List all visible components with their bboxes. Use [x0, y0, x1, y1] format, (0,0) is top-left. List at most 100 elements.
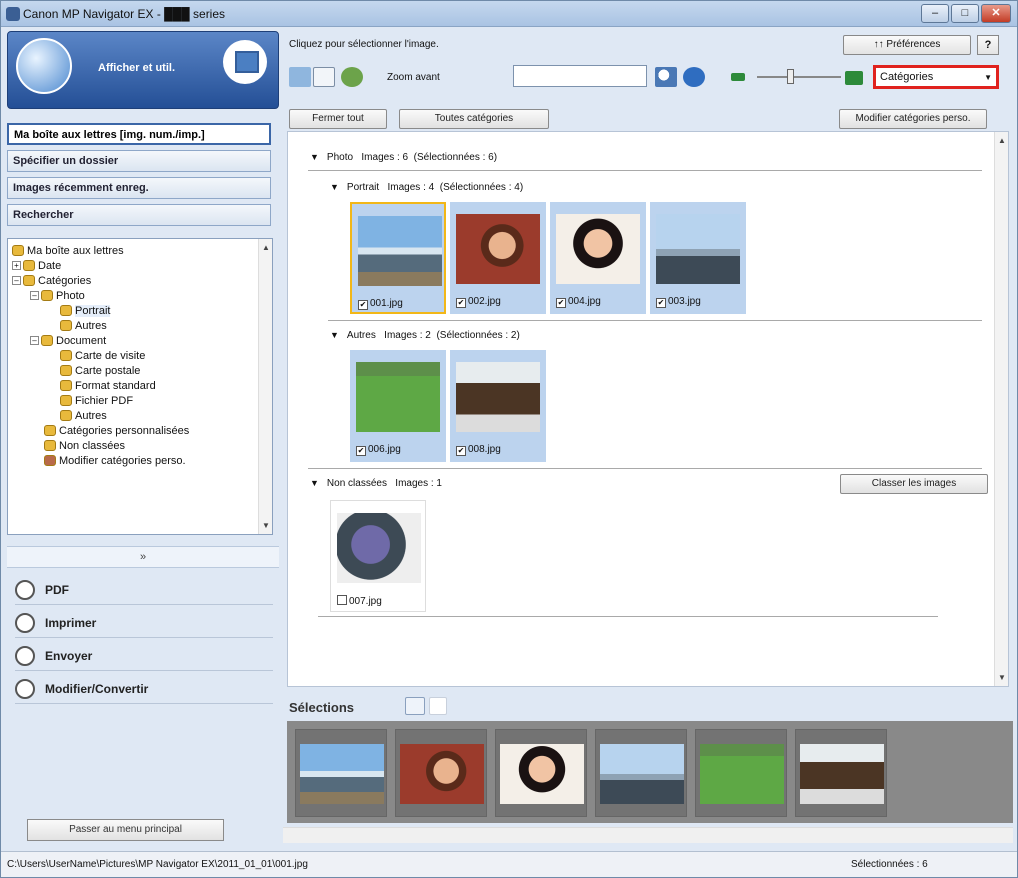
thumbnail-item[interactable]: ✔ 003.jpg: [650, 202, 746, 314]
collapse-icon[interactable]: –: [30, 291, 39, 300]
tree-item-edit-categories[interactable]: Modifier catégories perso.: [44, 454, 186, 468]
selected-thumbnail[interactable]: [495, 729, 587, 817]
action-print[interactable]: Imprimer: [15, 610, 273, 638]
collapse-triangle-icon[interactable]: ▼: [330, 182, 339, 192]
selected-thumbnail[interactable]: [295, 729, 387, 817]
collapse-triangle-icon[interactable]: ▼: [330, 330, 339, 340]
status-bar: C:\Users\UserName\Pictures\MP Navigator …: [1, 851, 1017, 877]
thumbnail-item[interactable]: ✔ 006.jpg: [350, 350, 446, 462]
tree-item-document-autres[interactable]: Autres: [60, 409, 107, 423]
tree-item-categories[interactable]: – Catégories: [12, 274, 91, 288]
image-area[interactable]: ▼ Photo Images : 6 (Sélectionnées : 6) ▼ P…: [287, 131, 1009, 687]
thumbnail-view-icon[interactable]: [289, 67, 311, 87]
close-button[interactable]: ✕: [981, 4, 1011, 23]
thumbnail-item[interactable]: ✔ 008.jpg: [450, 350, 546, 462]
small-thumbs-icon[interactable]: [731, 73, 745, 81]
selected-thumbnail[interactable]: [395, 729, 487, 817]
folder-icon: [60, 395, 72, 406]
search-input[interactable]: [513, 65, 647, 87]
section-autres[interactable]: ▼ Autres Images : 2 (Sélectionnées : 2): [330, 330, 520, 341]
main-menu-button[interactable]: Passer au menu principal: [27, 819, 224, 841]
left-panel: Afficher et util. Ma boîte aux lettres […: [7, 31, 279, 849]
tree-item-photo-autres[interactable]: Autres: [60, 319, 107, 333]
section-photo[interactable]: ▼ Photo Images : 6 (Sélectionnées : 6): [310, 152, 497, 163]
divider: [328, 320, 982, 321]
mode-header: Afficher et util.: [7, 31, 279, 109]
thumbnail-image: [356, 362, 440, 432]
tree-item-custom-categories[interactable]: Catégories personnalisées: [44, 424, 189, 438]
nav-recent-images[interactable]: Images récemment enreg.: [7, 177, 271, 199]
selected-thumbnail[interactable]: [595, 729, 687, 817]
selections-view-icon[interactable]: [429, 697, 447, 715]
large-thumbs-icon[interactable]: [845, 71, 863, 85]
expand-actions-button[interactable]: »: [7, 546, 279, 568]
section-unclassified[interactable]: ▼ Non classées Images : 1: [310, 478, 442, 489]
folder-icon: [44, 425, 56, 436]
app-window: Canon MP Navigator EX - ███ series – □ ✕…: [0, 0, 1018, 878]
section-portrait[interactable]: ▼ Portrait Images : 4 (Sélectionnées : 4): [330, 182, 523, 193]
action-send[interactable]: Envoyer: [15, 643, 273, 671]
nav-specify-folder[interactable]: Spécifier un dossier: [7, 150, 271, 172]
edit-categories-button[interactable]: Modifier catégories perso.: [839, 109, 987, 129]
folder-icon: [60, 320, 72, 331]
nav-search[interactable]: Rechercher: [7, 204, 271, 226]
selections-grid-icon[interactable]: [405, 697, 425, 715]
selected-images-strip[interactable]: [287, 721, 1013, 823]
thumbnail-item[interactable]: ✔ 001.jpg: [350, 202, 446, 314]
collapse-triangle-icon[interactable]: ▼: [310, 152, 319, 162]
pdf-icon: [15, 580, 35, 600]
tree-item-portrait[interactable]: Portrait: [60, 304, 111, 318]
checkbox-checked-icon[interactable]: ✔: [356, 446, 366, 456]
category-select[interactable]: Catégories ▼: [873, 65, 999, 89]
checkbox-unchecked-icon[interactable]: [337, 595, 347, 605]
search-icon[interactable]: [655, 67, 677, 87]
expand-icon[interactable]: +: [12, 261, 21, 270]
selected-thumbnail[interactable]: [795, 729, 887, 817]
checkbox-checked-icon[interactable]: ✔: [456, 298, 466, 308]
checkbox-checked-icon[interactable]: ✔: [358, 300, 368, 310]
image-area-scrollbar[interactable]: ▲ ▼: [994, 132, 1008, 686]
grid-view-icon[interactable]: [313, 67, 335, 87]
tree-item-standard-size[interactable]: Format standard: [60, 379, 156, 393]
maximize-button[interactable]: □: [951, 4, 979, 23]
selected-thumbnail[interactable]: [695, 729, 787, 817]
folder-icon: [60, 365, 72, 376]
preferences-button[interactable]: ↑↑ Préférences: [843, 35, 971, 55]
thumbnail-item[interactable]: ✔ 002.jpg: [450, 202, 546, 314]
thumbnail-image: [456, 214, 540, 284]
close-all-button[interactable]: Fermer tout: [289, 109, 387, 129]
help-button[interactable]: ?: [977, 35, 999, 55]
tree-item-business-card[interactable]: Carte de visite: [60, 349, 145, 363]
divider: [308, 468, 982, 469]
thumbnail-item[interactable]: 007.jpg: [330, 500, 426, 612]
tree-item-document[interactable]: – Document: [30, 334, 106, 348]
tree-item-date[interactable]: + Date: [12, 259, 61, 273]
thumbnail-size-slider[interactable]: [757, 69, 841, 84]
status-path: C:\Users\UserName\Pictures\MP Navigator …: [7, 859, 308, 870]
tree-scrollbar[interactable]: ▲ ▼: [258, 239, 272, 534]
action-pdf[interactable]: PDF: [15, 577, 273, 605]
collapse-icon[interactable]: –: [30, 336, 39, 345]
folder-tree[interactable]: Ma boîte aux lettres + Date – Catégories –…: [7, 238, 273, 535]
tree-item-postcard[interactable]: Carte postale: [60, 364, 140, 378]
tree-item-photo[interactable]: – Photo: [30, 289, 85, 303]
slider-thumb[interactable]: [787, 69, 794, 84]
collapse-icon[interactable]: –: [12, 276, 21, 285]
mode-logo-icon[interactable]: [16, 38, 72, 94]
refresh-icon[interactable]: [683, 67, 705, 87]
minimize-button[interactable]: –: [921, 4, 949, 23]
nav-mailbox[interactable]: Ma boîte aux lettres [img. num./imp.]: [7, 123, 271, 145]
thumbnail-item[interactable]: ✔ 004.jpg: [550, 202, 646, 314]
classify-images-button[interactable]: Classer les images: [840, 474, 988, 494]
checkbox-checked-icon[interactable]: ✔: [656, 298, 666, 308]
checkbox-checked-icon[interactable]: ✔: [556, 298, 566, 308]
tree-item-mailbox[interactable]: Ma boîte aux lettres: [12, 244, 124, 258]
tree-item-unclassified[interactable]: Non classées: [44, 439, 125, 453]
strip-scrollbar[interactable]: [283, 827, 1013, 843]
action-edit-convert[interactable]: Modifier/Convertir: [15, 676, 273, 704]
tree-item-pdf-file[interactable]: Fichier PDF: [60, 394, 133, 408]
all-categories-button[interactable]: Toutes catégories: [399, 109, 549, 129]
zoom-label[interactable]: Zoom avant: [387, 72, 440, 83]
collapse-triangle-icon[interactable]: ▼: [310, 478, 319, 488]
checkbox-checked-icon[interactable]: ✔: [456, 446, 466, 456]
